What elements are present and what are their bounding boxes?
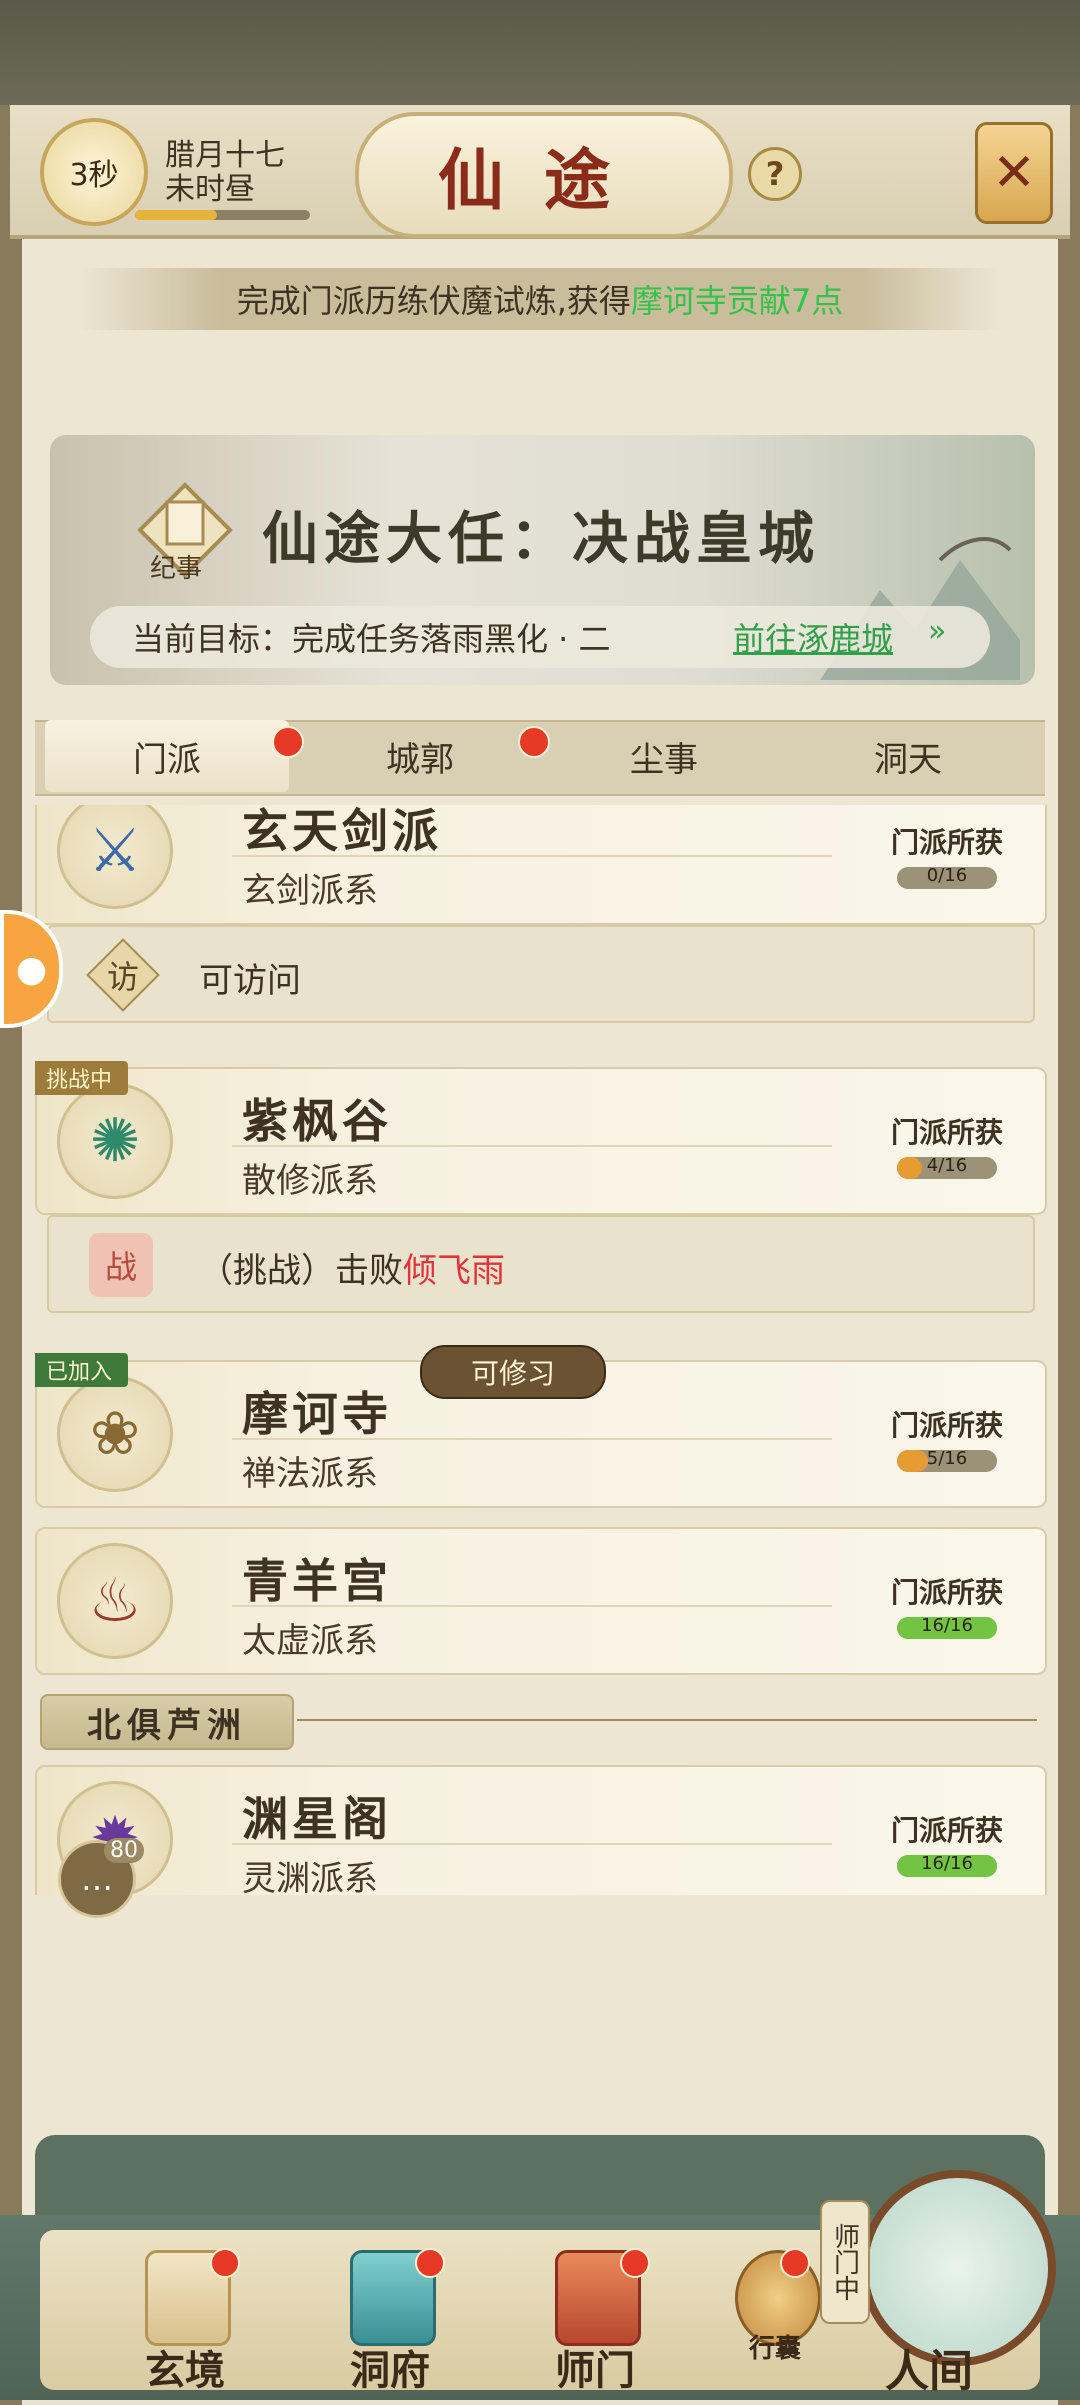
sect-card[interactable]: ⚔ 玄天剑派 玄剑派系 门派所获 0/16 xyxy=(35,805,1047,925)
notice-highlight: 摩诃寺贡献7点 xyxy=(630,282,844,320)
reward-label: 门派所获 xyxy=(890,1814,1003,1847)
sect-card[interactable]: ♨ 青羊宫 太虚派系 门派所获 16/16 xyxy=(35,1527,1047,1675)
sect-reward[interactable]: 门派所获 16/16 xyxy=(877,1549,1017,1659)
divider xyxy=(232,1843,832,1845)
tab-cities-alert-dot xyxy=(518,726,550,758)
tab-worldly-affairs[interactable]: 尘事 xyxy=(542,720,786,792)
chat-count-badge: 80 xyxy=(104,1838,144,1863)
sect-reward[interactable]: 门派所获 16/16 xyxy=(877,1787,1017,1895)
nav-label: 行囊 xyxy=(748,2334,801,2364)
nav-label: 人间 xyxy=(885,2346,973,2397)
sect-reward[interactable]: 门派所获 0/16 xyxy=(877,805,1017,909)
reward-progress-text: 4/16 xyxy=(926,1155,968,1176)
lotus-icon: ❀ xyxy=(57,1376,173,1492)
status-badge-joined: 已加入 xyxy=(35,1353,129,1387)
tripod-icon: ♨ xyxy=(57,1543,173,1659)
sect-school: 散修派系 xyxy=(242,1161,378,1201)
cultivable-tooltip: 可修习 xyxy=(420,1345,606,1399)
region-divider xyxy=(297,1719,1037,1721)
tab-cave-heaven[interactable]: 洞天 xyxy=(786,720,1030,792)
reward-progress-text: 0/16 xyxy=(926,865,968,886)
nav-alert-dot xyxy=(780,2248,810,2278)
nav-alert-dot xyxy=(620,2248,650,2278)
sect-action-row[interactable]: 访 可访问 xyxy=(47,925,1035,1023)
action-text: 可访问 xyxy=(199,961,301,1001)
nav-dongfu[interactable]: 洞府 xyxy=(315,2240,465,2394)
sect-reward[interactable]: 门派所获 4/16 xyxy=(877,1089,1017,1199)
fan-leaf-icon: ✺ xyxy=(57,1083,173,1199)
reward-progress-text: 16/16 xyxy=(921,1853,973,1874)
visit-icon: 访 xyxy=(86,938,160,1012)
sect-school: 玄剑派系 xyxy=(242,871,378,911)
action-text: （挑战）击败倾飞雨 xyxy=(199,1251,505,1291)
reward-label: 门派所获 xyxy=(890,1576,1003,1609)
timer-badge[interactable]: 3秒 xyxy=(40,118,148,226)
top-background xyxy=(0,0,1080,110)
quest-badge-label: 纪事 xyxy=(150,554,203,584)
nav-renjian[interactable]: 人间 xyxy=(850,2170,1056,2397)
battle-icon: 战 xyxy=(89,1233,153,1297)
sect-school: 灵渊派系 xyxy=(242,1859,378,1895)
reward-label: 门派所获 xyxy=(890,1116,1003,1149)
frame-left xyxy=(0,105,22,2405)
reward-label: 门派所获 xyxy=(890,1409,1003,1442)
chevron-right-icon[interactable]: » xyxy=(928,614,946,649)
reward-label: 门派所获 xyxy=(890,826,1003,859)
sect-card[interactable]: ✹ 渊星阁 灵渊派系 门派所获 16/16 xyxy=(35,1765,1047,1895)
status-badge-challenging: 挑战中 xyxy=(35,1061,129,1095)
sect-card[interactable]: ✺ 紫枫谷 散修派系 门派所获 4/16 xyxy=(35,1067,1047,1215)
nav-shimen[interactable]: 师门 xyxy=(520,2240,670,2394)
reward-progress-text: 5/16 xyxy=(926,1448,968,1469)
close-button[interactable]: ✕ xyxy=(975,122,1053,224)
tab-cities[interactable]: 城郭 xyxy=(298,720,542,792)
quest-target: 当前目标：完成任务落雨黑化 · 二 xyxy=(132,620,611,658)
quest-title: 仙途大任：决战皇城 xyxy=(262,506,820,572)
nav-label: 师门 xyxy=(555,2347,635,2394)
go-to-city-link[interactable]: 前往涿鹿城 xyxy=(733,614,893,660)
time-progress-fill xyxy=(135,210,217,220)
divider xyxy=(232,1438,832,1440)
notice-text: 完成门派历练伏魔试炼,获得 xyxy=(236,282,631,320)
divider xyxy=(232,1605,832,1607)
game-time: 未时昼 xyxy=(165,172,255,207)
reward-progress-text: 16/16 xyxy=(921,1615,973,1636)
divider xyxy=(232,855,832,857)
sect-name: 青羊宫 xyxy=(242,1554,392,1608)
frame-right xyxy=(1058,105,1080,2405)
sect-name: 玄天剑派 xyxy=(242,805,442,858)
nav-label: 洞府 xyxy=(350,2347,430,2394)
sect-name: 紫枫谷 xyxy=(242,1094,392,1148)
sword-emblem-icon: ⚔ xyxy=(57,805,173,909)
nav-alert-dot xyxy=(415,2248,445,2278)
nav-xuanjing[interactable]: 玄境 xyxy=(110,2240,260,2394)
sect-school: 太虚派系 xyxy=(242,1621,378,1661)
tab-sects-alert-dot xyxy=(272,726,304,758)
divider xyxy=(232,1145,832,1147)
sect-school: 禅法派系 xyxy=(242,1454,378,1494)
nav-label: 玄境 xyxy=(145,2347,225,2394)
sect-status-tag: 师门中 xyxy=(820,2200,870,2324)
region-header: 北俱芦洲 xyxy=(35,1690,1047,1750)
page-title: 仙途 xyxy=(355,112,733,238)
tab-sects[interactable]: 门派 xyxy=(45,720,289,792)
sect-reward[interactable]: 门派所获 5/16 xyxy=(877,1382,1017,1492)
region-label: 北俱芦洲 xyxy=(40,1694,294,1750)
notice-banner: 完成门派历练伏魔试炼,获得 摩诃寺贡献7点 xyxy=(80,268,1000,330)
sect-action-row[interactable]: 战 （挑战）击败倾飞雨 xyxy=(47,1215,1035,1313)
sect-name: 渊星阁 xyxy=(242,1792,392,1846)
nav-alert-dot xyxy=(210,2248,240,2278)
sect-name: 摩诃寺 xyxy=(242,1387,392,1441)
help-button[interactable]: ? xyxy=(748,147,802,201)
